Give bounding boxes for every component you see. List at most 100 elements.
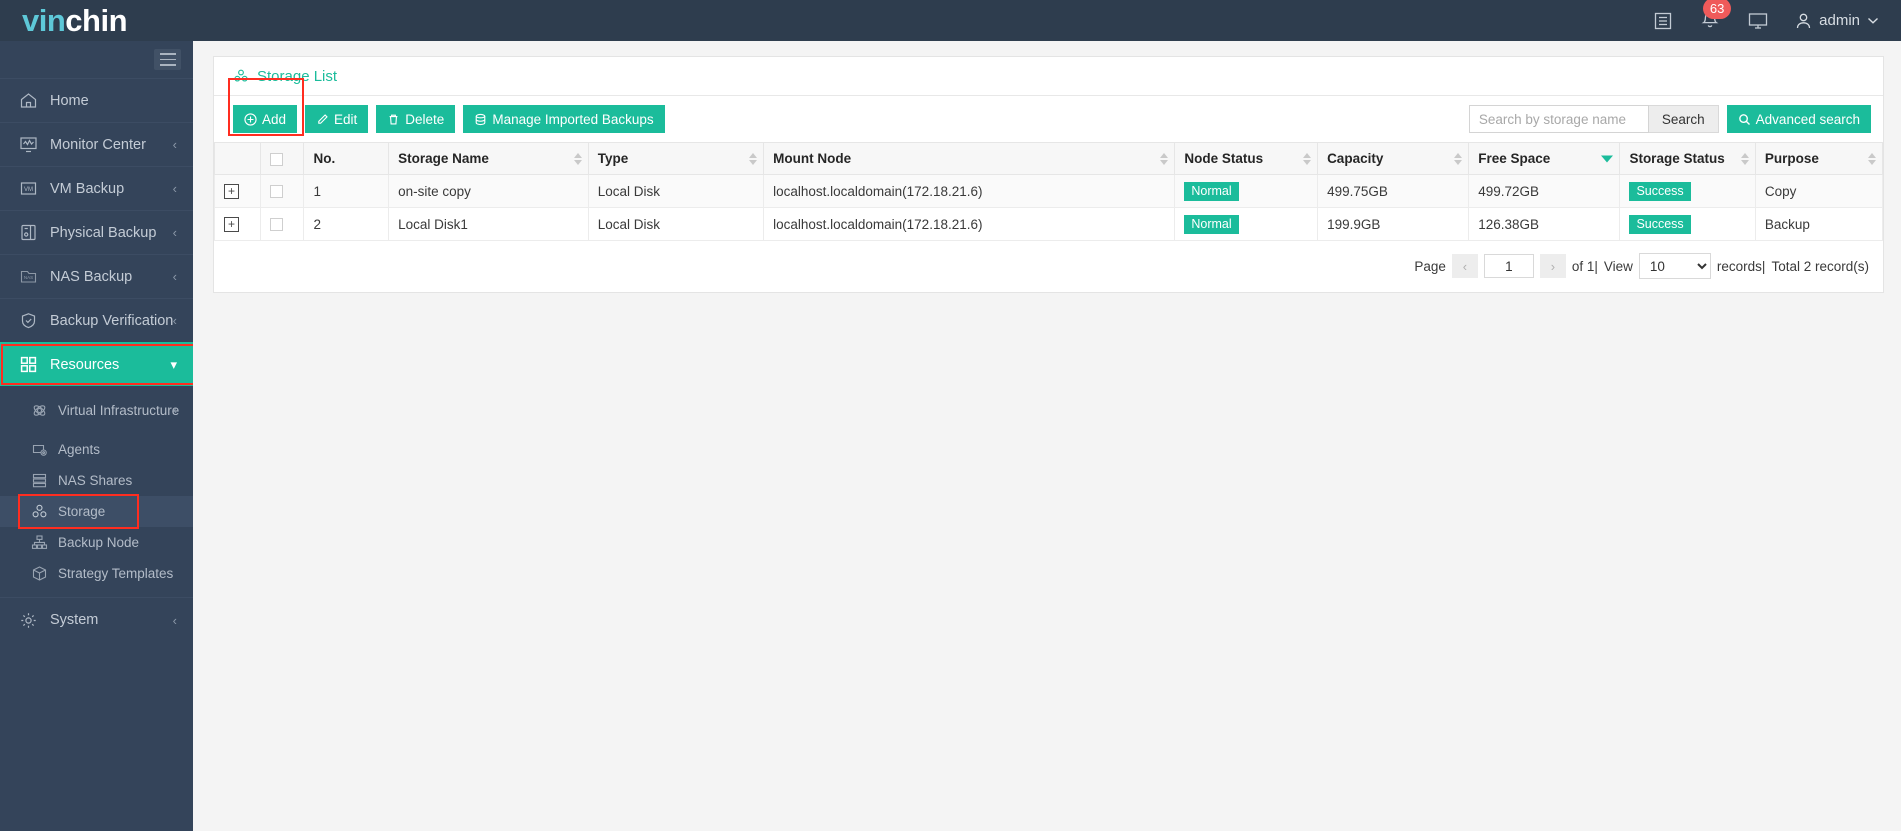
- sidebar-item-system[interactable]: System ‹: [0, 598, 193, 642]
- sidebar-item-vm-backup[interactable]: VM VM Backup ‹: [0, 166, 193, 210]
- col-no[interactable]: No.: [303, 142, 390, 175]
- main-content: Storage List Add Edit Delete Manage Impo…: [193, 41, 1901, 831]
- row-expander-cell[interactable]: +: [214, 174, 261, 208]
- col-select-all[interactable]: [259, 142, 305, 175]
- sidebar-item-nas-shares[interactable]: NAS Shares: [0, 465, 193, 496]
- storage-list-panel: Storage List Add Edit Delete Manage Impo…: [213, 56, 1884, 293]
- add-button[interactable]: Add: [233, 105, 298, 133]
- table-row[interactable]: + 2 Local Disk1 Local Disk localhost.loc…: [214, 207, 1884, 241]
- row-expander-cell[interactable]: +: [214, 207, 261, 241]
- row-checkbox[interactable]: [269, 218, 283, 232]
- page-number-input[interactable]: [1483, 254, 1534, 278]
- col-storage-status[interactable]: Storage Status: [1619, 142, 1756, 175]
- console-button[interactable]: [1747, 11, 1769, 31]
- sidebar-item-strategy-templates[interactable]: Strategy Templates: [0, 558, 193, 589]
- col-capacity[interactable]: Capacity: [1317, 142, 1470, 175]
- nas-icon: NAS: [16, 267, 40, 286]
- sort-indicator[interactable]: [1868, 152, 1876, 165]
- table-header-row: No. Storage Name Type Mount Node Node St…: [214, 142, 1884, 175]
- notifications-button[interactable]: 63: [1699, 0, 1732, 32]
- col-purpose[interactable]: Purpose: [1754, 142, 1884, 175]
- sidebar-item-label: Resources: [50, 356, 120, 373]
- grid-squares-icon: [16, 355, 40, 374]
- search-group: Search Advanced search: [1468, 105, 1871, 133]
- page-size-select[interactable]: 102050100: [1638, 253, 1711, 279]
- sort-indicator[interactable]: [1303, 152, 1312, 165]
- sidebar-toggle-row: [0, 41, 193, 78]
- advanced-search-button[interactable]: Advanced search: [1726, 105, 1871, 133]
- sidebar-item-physical-backup[interactable]: Physical Backup ‹: [0, 210, 193, 254]
- manage-imported-backups-button[interactable]: Manage Imported Backups: [463, 105, 665, 133]
- sidebar-item-label: NAS Backup: [50, 268, 133, 285]
- row-select-cell[interactable]: [259, 207, 305, 241]
- col-node-status[interactable]: Node Status: [1174, 142, 1319, 175]
- sidebar-item-label: System: [50, 612, 99, 628]
- sort-indicator[interactable]: [1160, 152, 1169, 165]
- svg-text:NAS: NAS: [23, 275, 32, 280]
- col-free-space[interactable]: Free Space: [1468, 142, 1621, 175]
- pagination: Page ‹ › of 1| View 102050100 records| T…: [214, 241, 1883, 292]
- chevron-down-icon: [1868, 17, 1878, 24]
- manage-imported-backups-label: Manage Imported Backups: [492, 111, 654, 127]
- table-row[interactable]: + 1 on-site copy Local Disk localhost.lo…: [214, 174, 1884, 208]
- home-icon: [16, 91, 40, 110]
- sidebar-item-virtual-infrastructure[interactable]: Virtual Infrastructure ‹: [0, 386, 193, 434]
- node-tree-icon: [28, 534, 50, 551]
- cell-purpose: Copy: [1754, 174, 1884, 208]
- cell-type: Local Disk: [587, 174, 765, 208]
- cell-storage-status: Success: [1619, 174, 1756, 208]
- sort-indicator[interactable]: [573, 152, 582, 165]
- sidebar-item-monitor-center[interactable]: Monitor Center ‹: [0, 122, 193, 166]
- sidebar-item-agents[interactable]: Agents: [0, 434, 193, 465]
- sort-indicator[interactable]: [1740, 152, 1749, 165]
- sidebar-item-label: Physical Backup: [50, 224, 157, 241]
- page-label: Page: [1414, 258, 1446, 274]
- sidebar-item-home[interactable]: Home: [0, 78, 193, 122]
- pencil-icon: [318, 113, 328, 124]
- sidebar-item-nas-backup[interactable]: NAS NAS Backup ‹: [0, 254, 193, 298]
- monitor-icon: [1748, 12, 1768, 29]
- chevron-left-icon: ‹: [172, 137, 177, 152]
- status-badge: Normal: [1184, 181, 1239, 201]
- row-checkbox[interactable]: [269, 185, 283, 199]
- sidebar-item-label: Virtual Infrastructure: [58, 402, 180, 418]
- col-storage-name[interactable]: Storage Name: [388, 142, 589, 175]
- cell-free-space: 126.38GB: [1468, 207, 1621, 241]
- edit-button-label: Edit: [334, 111, 358, 127]
- prev-page-button[interactable]: ‹: [1451, 254, 1478, 278]
- delete-button-label: Delete: [405, 111, 445, 127]
- status-badge: Success: [1629, 181, 1691, 201]
- sidebar-collapse-button[interactable]: [154, 49, 181, 70]
- delete-button[interactable]: Delete: [376, 105, 456, 133]
- sidebar-item-storage[interactable]: Storage: [0, 494, 193, 529]
- expand-row-button[interactable]: +: [224, 183, 239, 199]
- row-select-cell[interactable]: [259, 174, 305, 208]
- sort-indicator-active[interactable]: [1601, 155, 1614, 162]
- status-badge: Success: [1629, 214, 1691, 234]
- expand-row-button[interactable]: +: [224, 216, 239, 232]
- total-pages-label: of 1|: [1571, 258, 1598, 274]
- next-page-button[interactable]: ›: [1539, 254, 1566, 278]
- sidebar-item-resources[interactable]: Resources ▾: [0, 342, 202, 386]
- cell-capacity: 199.9GB: [1317, 207, 1470, 241]
- sort-indicator[interactable]: [1454, 152, 1463, 165]
- col-expand: [214, 142, 261, 175]
- select-all-checkbox[interactable]: [269, 152, 283, 166]
- storage-icon: [234, 69, 248, 82]
- sidebar-item-backup-verification[interactable]: Backup Verification ‹: [0, 298, 193, 342]
- col-type[interactable]: Type: [587, 142, 765, 175]
- col-mount-node[interactable]: Mount Node: [763, 142, 1176, 175]
- sort-indicator[interactable]: [749, 152, 758, 165]
- brand-logo[interactable]: vinchin: [0, 0, 233, 41]
- sidebar-item-backup-node[interactable]: Backup Node: [0, 527, 193, 558]
- search-button[interactable]: Search: [1648, 105, 1719, 133]
- cell-mount-node: localhost.localdomain(172.18.21.6): [763, 174, 1176, 208]
- storage-table: No. Storage Name Type Mount Node Node St…: [214, 142, 1884, 241]
- panel-header: Storage List: [214, 57, 1883, 95]
- cell-storage-name: on-site copy: [388, 174, 589, 208]
- task-list-button[interactable]: [1653, 11, 1673, 31]
- search-input[interactable]: [1468, 105, 1649, 133]
- hamburger-icon: [159, 53, 176, 55]
- edit-button[interactable]: Edit: [305, 105, 369, 133]
- user-menu[interactable]: admin: [1795, 12, 1879, 30]
